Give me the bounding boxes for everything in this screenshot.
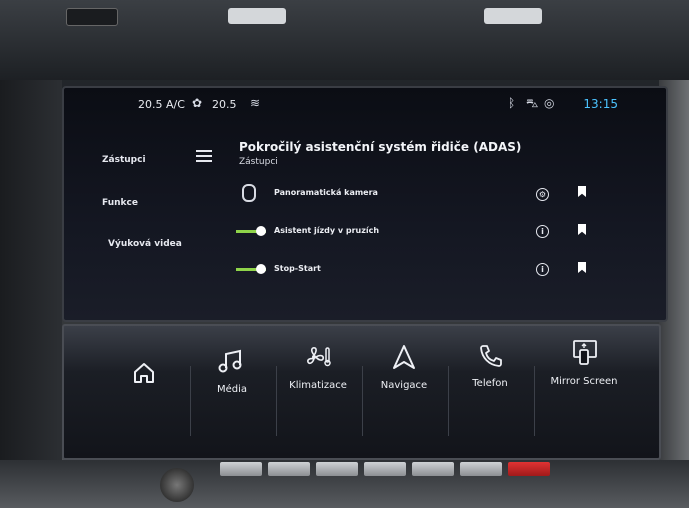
climate-label: Klimatizace [289,380,347,391]
mirror-screen-button[interactable]: Mirror Screen [534,332,634,422]
bluetooth-icon: ᛒ [508,96,516,110]
dashboard-top [0,0,689,80]
side-menu-item-zastupci[interactable]: Zástupci [102,155,146,165]
temperature-left[interactable]: 20.5 A/C [138,98,185,111]
home-icon [134,363,154,383]
phone-icon [480,345,502,367]
page-subtitle: Zástupci [239,157,278,167]
navigation-icon [393,345,415,369]
bookmark-icon[interactable] [578,224,586,235]
feature-row-lane-assist[interactable]: Asistent jízdy v pruzích i [234,222,614,244]
clock: 13:15 [583,97,618,111]
air-vent [66,8,118,26]
hardware-key[interactable] [412,462,454,476]
settings-icon[interactable]: ⚙ [536,188,549,201]
seat-heat-icon[interactable]: ≋ [250,96,260,110]
feature-label: Stop-Start [274,264,321,273]
side-menu-item-videa[interactable]: Výuková videa [108,239,182,249]
location-icon: ◎ [544,96,555,110]
mirror-screen-label: Mirror Screen [550,376,618,387]
side-menu-item-funkce[interactable]: Funkce [102,198,138,208]
menu-icon[interactable] [196,150,212,162]
touch-shortcut-bar: Média Klimatizace Navigace Telefon Mirro… [62,324,661,460]
phone-button[interactable]: Telefon [448,334,532,424]
fan-icon[interactable]: ✿ [192,96,202,110]
hardware-key[interactable] [460,462,502,476]
temperature-right[interactable]: 20.5 [212,98,237,111]
status-bar: 20.5 A/C ✿ 20.5 ≋ ᛒ ⛍ ◎ 13:15 [64,88,666,118]
page-title: Pokročilý asistenční systém řidiče (ADAS… [239,140,522,154]
music-icon [218,349,242,373]
feature-label: Asistent jízdy v pruzích [274,226,380,235]
info-icon[interactable]: i [536,263,549,276]
volume-knob[interactable] [160,468,194,502]
bookmark-icon[interactable] [578,262,586,273]
car-icon: ⛍ [526,96,539,110]
dashboard-left [0,80,62,508]
climate-icon [307,347,331,367]
lane-assist-toggle[interactable] [236,226,266,237]
air-vent [228,8,286,24]
bookmark-icon[interactable] [578,186,586,197]
phone-label: Telefon [472,378,508,389]
info-icon[interactable]: i [536,225,549,238]
infotainment-screen: 20.5 A/C ✿ 20.5 ≋ ᛒ ⛍ ◎ 13:15 Zástupci F… [62,86,668,322]
toggle-thumb [256,264,266,274]
mirror-screen-icon [573,340,597,365]
hardware-key[interactable] [316,462,358,476]
hardware-key[interactable] [268,462,310,476]
hazard-key[interactable] [508,462,550,476]
media-label: Média [216,384,248,395]
air-vent [484,8,542,24]
navigation-label: Navigace [380,380,428,391]
stop-start-toggle[interactable] [236,264,266,275]
feature-row-panoramic-camera[interactable]: Panoramatická kamera ⚙ [234,184,614,206]
media-button[interactable]: Média [190,340,274,430]
feature-label: Panoramatická kamera [274,188,378,197]
hardware-key[interactable] [364,462,406,476]
side-menu: Zástupci Funkce Výuková videa [64,118,194,318]
camera-icon [242,184,256,202]
climate-button[interactable]: Klimatizace [276,336,360,426]
home-button[interactable] [102,352,186,442]
navigation-button[interactable]: Navigace [362,336,446,426]
toggle-thumb [256,226,266,236]
hardware-key[interactable] [220,462,262,476]
feature-row-stop-start[interactable]: Stop-Start i [234,260,614,282]
